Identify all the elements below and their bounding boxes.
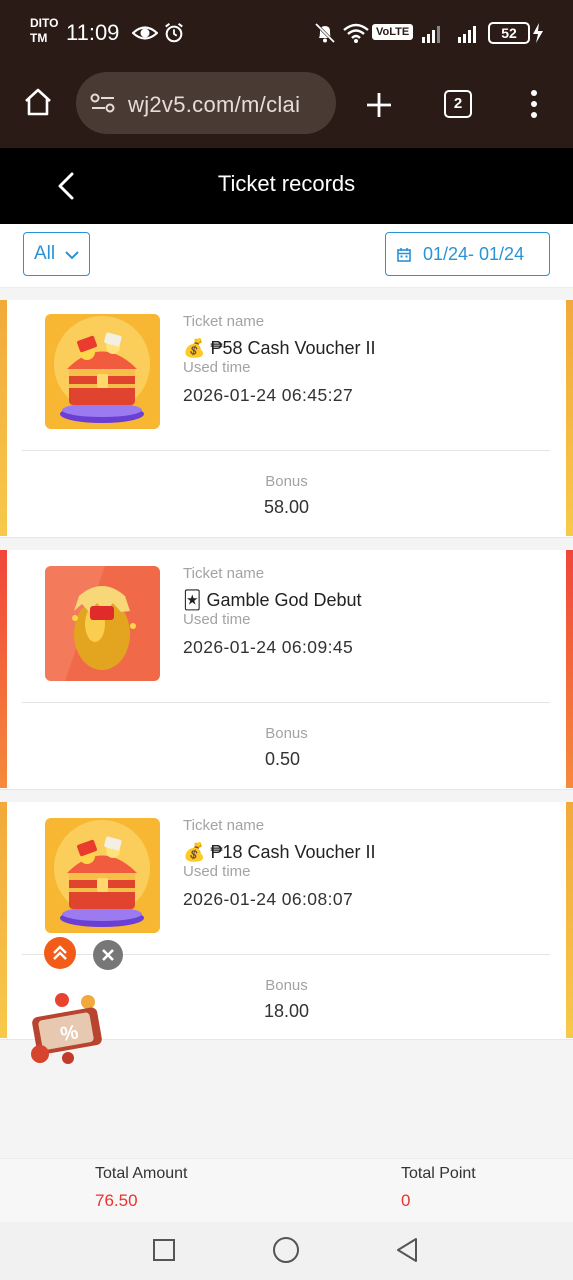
page-title: Ticket records [217,171,356,196]
site-settings-icon[interactable] [90,93,116,113]
scroll-to-top-button[interactable] [44,937,76,969]
filter-row: All 01/24- 01/24 [0,224,573,288]
total-amount-label: Total Amount [95,1165,188,1182]
double-chevron-up-icon [53,945,67,960]
chevron-down-icon [65,251,79,260]
ticket-record-card: Ticket name 💰 ₱58 Cash Voucher II Used t… [0,300,573,538]
url-bar[interactable]: wj2v5.com/m/clai [76,72,336,134]
close-promo-button[interactable] [93,940,123,970]
volte-badge: VoLTE [372,24,414,40]
more-menu-icon[interactable] [526,88,542,120]
calendar-icon [397,248,411,262]
type-filter-label: All [34,243,56,264]
signal-icon-sim1 [422,26,440,43]
ticket-name-label: Ticket name [183,817,265,834]
treasure-chest-image [45,818,160,933]
app-header: Ticket records [0,148,573,224]
alarm-icon [165,23,183,43]
bonus-label: Bonus [265,725,308,742]
bonus-value: 58.00 [263,497,310,517]
system-nav-bar [0,1222,573,1280]
coupon-gift-icon: % [31,993,102,1064]
used-time-value: 2026-01-24 06:08:07 [183,889,354,909]
wifi-icon [343,23,369,43]
ticket-name-label: Ticket name [183,565,265,582]
date-range-picker[interactable]: 01/24- 01/24 [385,232,550,276]
eye-icon [132,26,158,40]
back-triangle-icon[interactable] [394,1236,420,1264]
ticket-name-value: 🃏 Gamble God Debut [183,590,362,610]
treasure-chest-image [45,314,160,429]
used-time-value: 2026-01-24 06:09:45 [183,637,354,657]
new-tab-icon[interactable] [364,90,394,120]
ticket-name-label: Ticket name [183,313,265,330]
used-time-label: Used time [183,611,251,628]
type-filter-dropdown[interactable]: All [23,232,90,276]
bonus-label: Bonus [265,473,308,490]
card-divider [22,450,550,451]
bonus-value: 0.50 [264,749,301,769]
home-circle-icon[interactable] [272,1236,300,1264]
total-point-label: Total Point [401,1165,476,1182]
date-range-label: 01/24- 01/24 [423,244,525,264]
tab-switcher-button[interactable]: 2 [444,90,472,118]
battery-indicator: 52 [488,22,530,44]
browser-toolbar: wj2v5.com/m/clai 2 [0,66,573,148]
ticket-name-value: 💰 ₱18 Cash Voucher II [183,842,376,862]
used-time-value: 2026-01-24 06:45:27 [183,385,354,405]
used-time-label: Used time [183,863,251,880]
status-clock: 11:09 [66,20,120,45]
total-amount-value: 76.50 [95,1191,138,1210]
total-point-value: 0 [401,1191,411,1210]
close-icon [102,949,114,961]
promo-coupon-widget[interactable]: % [22,990,108,1068]
charging-icon [533,23,543,43]
home-icon[interactable] [22,86,54,118]
ticket-record-card: Ticket name 🃏 Gamble God Debut Used time… [0,550,573,790]
recent-apps-icon[interactable] [152,1238,176,1262]
golden-egg-image [45,566,160,681]
mute-notification-icon [314,22,336,44]
url-text[interactable]: wj2v5.com/m/clai [128,92,328,118]
totals-footer: Total Amount 76.50 Total Point 0 [0,1158,573,1222]
status-bar: DITO TM 11:09 VoLTE 52 [0,0,573,66]
signal-icon-sim2 [458,26,476,43]
used-time-label: Used time [183,359,251,376]
carrier-label: DITO TM [30,16,59,45]
ticket-name-value: 💰 ₱58 Cash Voucher II [183,338,376,358]
card-divider [22,702,550,703]
